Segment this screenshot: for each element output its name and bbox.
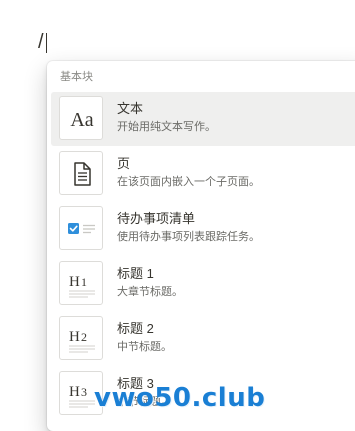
- slash-command-text: /: [38, 31, 44, 53]
- svg-text:H: H: [69, 384, 80, 400]
- menu-item-label: 标题 2: [117, 321, 154, 336]
- svg-text:H: H: [69, 274, 80, 290]
- svg-text:1: 1: [81, 275, 87, 289]
- menu-item-description: 在该页面内嵌入一个子页面。: [117, 176, 260, 188]
- menu-item-page[interactable]: 页 在该页面内嵌入一个子页面。: [51, 147, 355, 201]
- svg-text:3: 3: [81, 385, 87, 399]
- menu-item-todo-list[interactable]: 待办事项清单 使用待办事项列表跟踪任务。: [51, 202, 355, 256]
- svg-text:H: H: [69, 329, 80, 345]
- heading-1-icon: H 1: [59, 261, 103, 305]
- watermark-text: vwo50.club: [94, 383, 266, 413]
- text-aa-icon: Aa: [59, 96, 103, 140]
- slash-command-menu: 基本块 Aa 文本 开始用纯文本写作。 页 在该页面内嵌入一个子页面。 待办事项…: [47, 61, 355, 431]
- section-title-basic-blocks: 基本块: [60, 71, 93, 83]
- menu-item-heading-2[interactable]: H 2 标题 2 中节标题。: [51, 312, 355, 366]
- menu-item-label: 标题 1: [117, 266, 154, 281]
- page-document-icon: [59, 151, 103, 195]
- svg-text:2: 2: [81, 330, 87, 344]
- todo-checkbox-icon: [59, 206, 103, 250]
- svg-text:Aa: Aa: [70, 109, 93, 131]
- menu-item-description: 中节标题。: [117, 341, 172, 353]
- menu-item-heading-1[interactable]: H 1 标题 1 大章节标题。: [51, 257, 355, 311]
- menu-item-description: 使用待办事项列表跟踪任务。: [117, 231, 260, 243]
- menu-item-label: 文本: [117, 101, 144, 116]
- menu-item-description: 开始用纯文本写作。: [117, 121, 216, 133]
- menu-item-label: 待办事项清单: [117, 211, 196, 226]
- menu-item-text[interactable]: Aa 文本 开始用纯文本写作。: [51, 92, 355, 146]
- menu-item-label: 页: [117, 156, 131, 171]
- heading-2-icon: H 2: [59, 316, 103, 360]
- menu-item-description: 大章节标题。: [117, 286, 183, 298]
- text-caret: [46, 33, 47, 53]
